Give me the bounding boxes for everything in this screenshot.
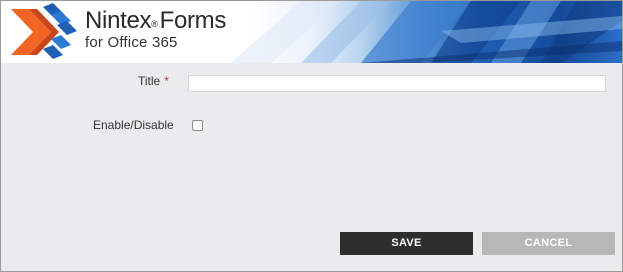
header-banner: Nintex®Forms for Office 365 [1,1,622,63]
title-label: Title * [138,74,169,88]
nintex-form-window: Nintex®Forms for Office 365 Title * Enabl… [0,0,623,272]
enable-disable-checkbox[interactable] [192,120,203,131]
required-marker: * [164,74,169,88]
title-input[interactable] [188,75,606,92]
save-button[interactable]: SAVE [340,232,473,255]
brand-title: Nintex®Forms [85,7,227,34]
nintex-chevron-logo-icon [11,3,77,59]
logo-wordmark: Nintex®Forms for Office 365 [85,7,226,52]
title-label-text: Title [138,74,161,88]
brand-subtitle: for Office 365 [85,34,178,51]
cancel-button[interactable]: CANCEL [482,232,615,255]
enable-disable-label: Enable/Disable [93,118,174,132]
